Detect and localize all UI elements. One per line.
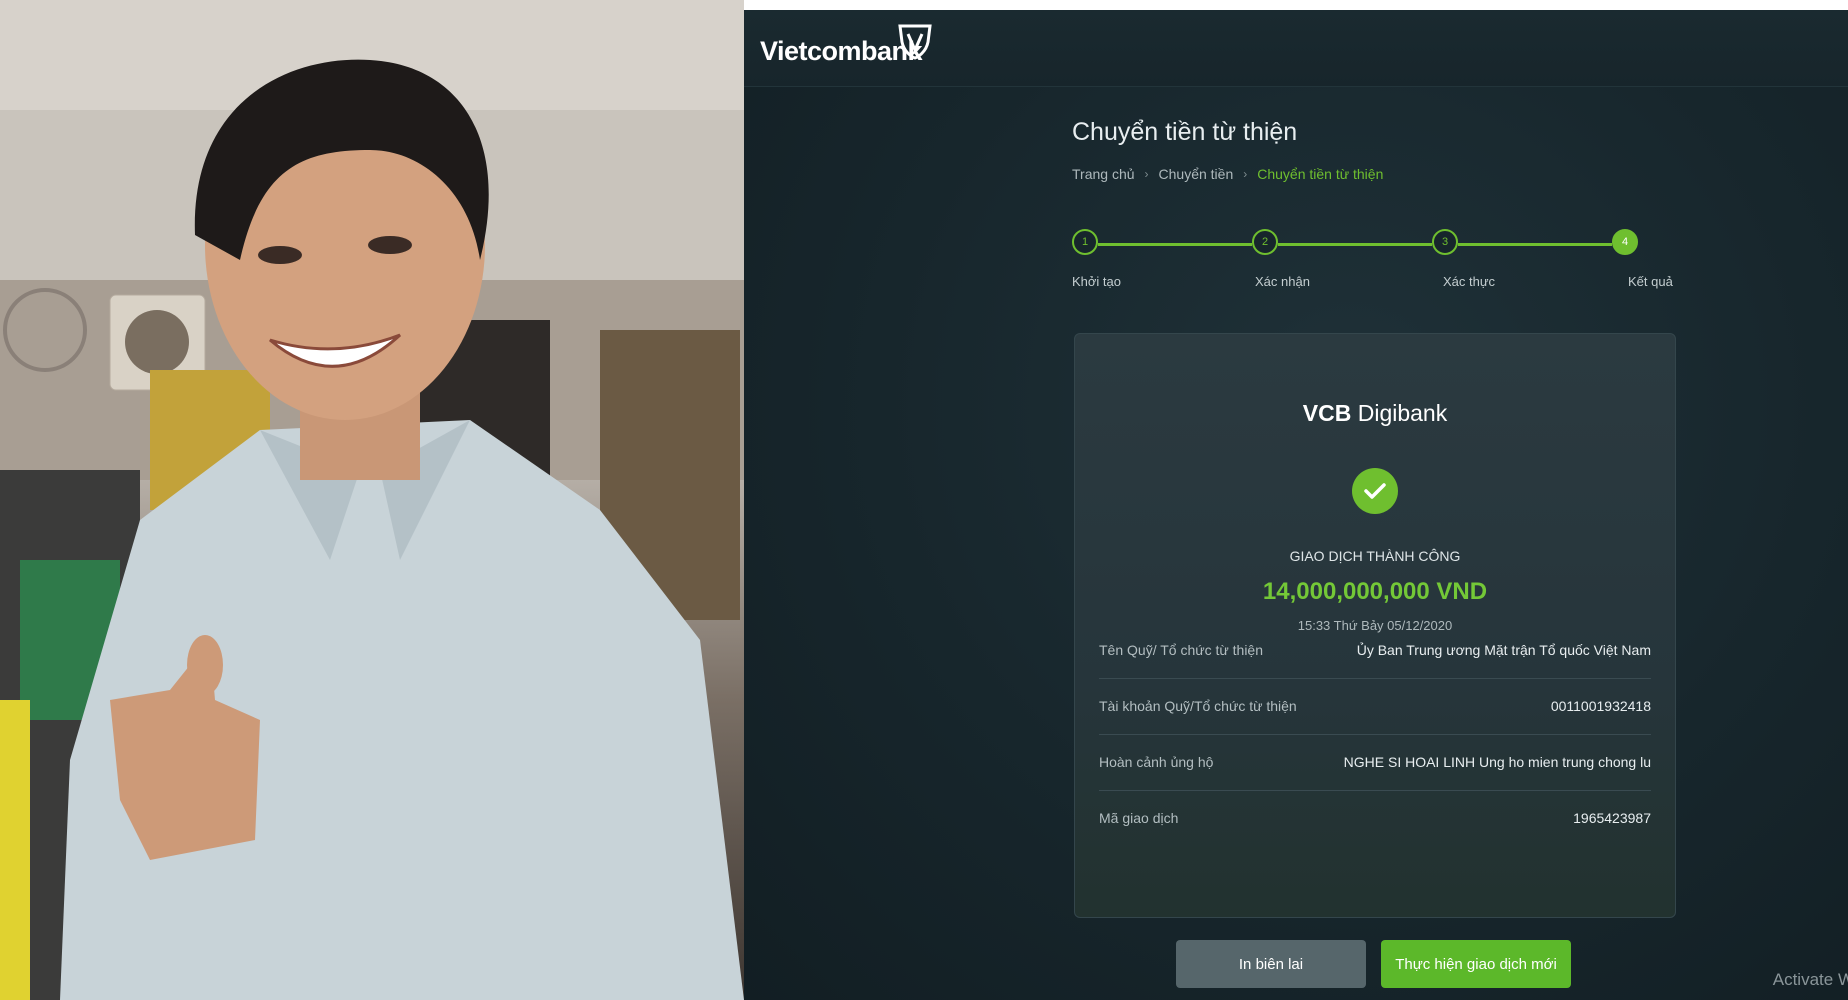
- info-row-donation-note: Hoàn cảnh ủng hộ NGHE SI HOAI LINH Ung h…: [1099, 734, 1651, 791]
- step-connector: [1278, 243, 1432, 246]
- step-2-label: Xác nhận: [1255, 274, 1310, 289]
- step-3-label: Xác thực: [1443, 274, 1496, 289]
- transaction-status: GIAO DỊCH THÀNH CÔNG: [1289, 548, 1461, 564]
- breadcrumb: Trang chủ › Chuyển tiền › Chuyển tiền từ…: [1072, 166, 1383, 182]
- chevron-right-icon: ›: [1144, 167, 1149, 181]
- transaction-amount: 14,000,000,000 VND: [1262, 578, 1488, 605]
- progress-stepper: 1 2 3 4 Khởi tạo Xác nhận Xác thực Kết q…: [1072, 224, 1673, 294]
- bank-app-screen: Vietcombank Chuyển tiền từ thiện Trang c…: [744, 10, 1848, 1000]
- new-transaction-button[interactable]: Thực hiện giao dịch mới: [1381, 940, 1571, 988]
- info-label: Tên Quỹ/ Tổ chức từ thiện: [1099, 642, 1264, 658]
- step-1-dot: 1: [1072, 229, 1098, 255]
- vcb-digibank-logo: VCB Digibank: [1075, 400, 1675, 427]
- step-3-dot: 3: [1432, 229, 1458, 255]
- step-connector: [1098, 243, 1252, 246]
- step-4-dot: 4: [1612, 229, 1638, 255]
- print-receipt-button[interactable]: In biên lai: [1176, 940, 1366, 988]
- transaction-result-card: VCB Digibank GIAO DỊCH THÀNH CÔNG 14,000…: [1074, 333, 1676, 918]
- step-2-dot: 2: [1252, 229, 1278, 255]
- top-bar: Vietcombank: [744, 10, 1848, 87]
- brand-light: Digibank: [1357, 400, 1448, 426]
- info-label: Tài khoản Quỹ/Tổ chức từ thiện: [1099, 698, 1297, 714]
- breadcrumb-current: Chuyển tiền từ thiện: [1257, 166, 1384, 182]
- person-photo: [0, 0, 744, 1000]
- info-label: Mã giao dịch: [1099, 810, 1179, 826]
- info-row-fund-name: Tên Quỹ/ Tổ chức từ thiện Ủy Ban Trung ư…: [1099, 622, 1651, 679]
- brand-bold: VCB: [1302, 400, 1352, 426]
- info-row-fund-account: Tài khoản Quỹ/Tổ chức từ thiện 001100193…: [1099, 678, 1651, 735]
- page-title: Chuyển tiền từ thiện: [1072, 118, 1298, 146]
- checkmark-icon: [1352, 468, 1398, 514]
- chevron-right-icon: ›: [1243, 167, 1248, 181]
- step-connector: [1458, 243, 1612, 246]
- info-value: 1965423987: [1573, 810, 1651, 826]
- info-label: Hoàn cảnh ủng hộ: [1099, 754, 1214, 770]
- step-1-label: Khởi tạo: [1072, 274, 1121, 289]
- breadcrumb-home[interactable]: Trang chủ: [1072, 166, 1135, 182]
- info-value: 0011001932418: [1550, 698, 1651, 714]
- info-value: NGHE SI HOAI LINH Ung ho mien trung chon…: [1343, 754, 1651, 770]
- person-photo-illustration: [0, 0, 744, 1000]
- info-value: Ủy Ban Trung ương Mặt trận Tổ quốc Việt …: [1356, 642, 1651, 658]
- step-4-label: Kết quả: [1628, 274, 1673, 289]
- breadcrumb-transfer[interactable]: Chuyển tiền: [1159, 166, 1234, 182]
- info-row-transaction-id: Mã giao dịch 1965423987: [1099, 790, 1651, 846]
- vietcombank-shield-icon: [898, 24, 932, 60]
- activate-windows-watermark: Activate W: [1772, 970, 1848, 989]
